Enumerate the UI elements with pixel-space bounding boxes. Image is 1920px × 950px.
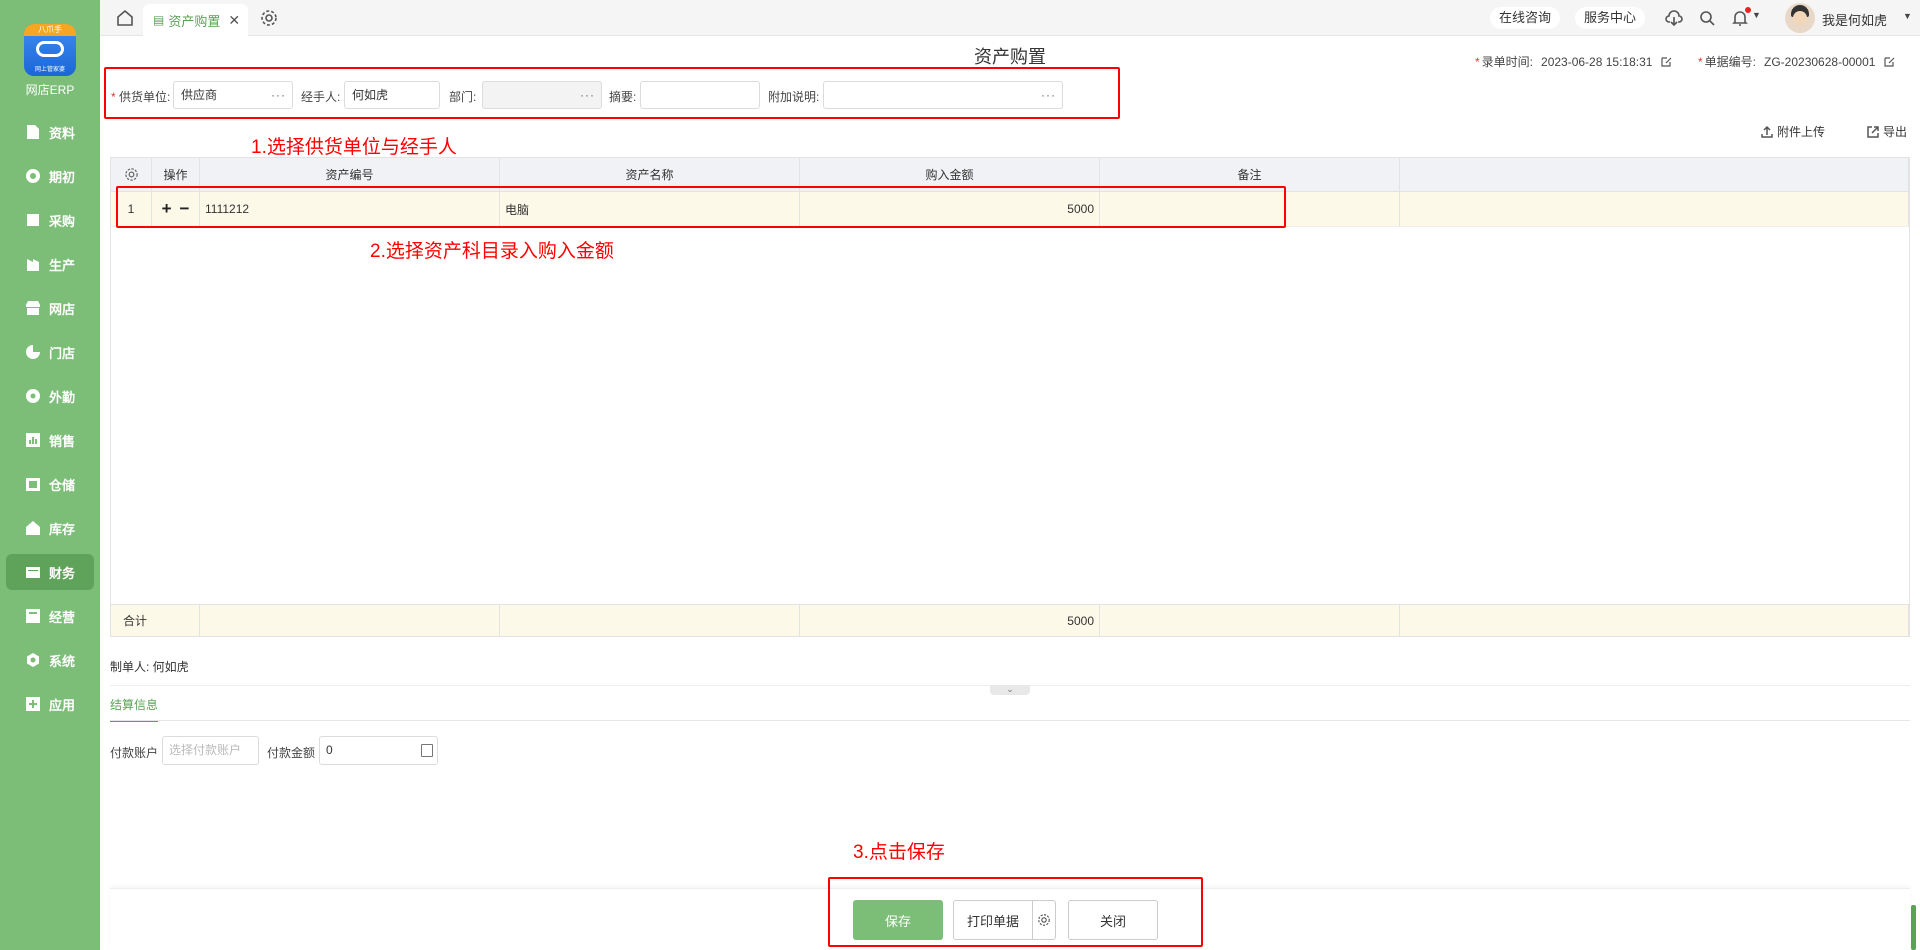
avatar[interactable] xyxy=(1785,3,1815,33)
shop-icon xyxy=(24,300,41,317)
sidebar-item-label: 生产 xyxy=(49,257,76,273)
header-cell xyxy=(1400,158,1909,191)
sidebar-item-inventory[interactable]: 库存 xyxy=(6,510,94,546)
chevron-down-icon[interactable]: ▼ xyxy=(1903,11,1912,21)
brand-name: 网店ERP xyxy=(25,83,75,97)
sidebar-item-label: 库存 xyxy=(49,521,76,537)
entry-time: * 录单时间: 2023-06-28 15:18:31 xyxy=(1475,53,1673,70)
document-maker: 制单人: 何如虎 xyxy=(110,660,189,674)
table-total-row: 合计 5000 xyxy=(111,604,1909,636)
sidebar-item-label: 外勤 xyxy=(49,389,76,405)
payment-amount-field[interactable]: 0 xyxy=(319,736,438,765)
plus-icon xyxy=(24,696,41,713)
sidebar-item-label: 网店 xyxy=(49,301,76,317)
annotation-box-step1 xyxy=(104,67,1120,119)
top-bar: ▤ 资产购置 ✕ 在线咨询 服务中心 ▼ 我是何如虎 ▼ xyxy=(100,0,1920,36)
payment-amount-label: 付款金额 xyxy=(267,746,316,760)
gear-icon[interactable] xyxy=(260,9,278,27)
sidebar-item-label: 期初 xyxy=(49,169,76,185)
calculator-icon[interactable] xyxy=(421,744,433,757)
entry-time-value: 2023-06-28 15:18:31 xyxy=(1541,54,1653,69)
export-icon xyxy=(1867,125,1879,138)
home-icon[interactable] xyxy=(116,9,134,27)
cloud-icon xyxy=(36,41,64,57)
logo-subtext: 网上管家婆 xyxy=(34,67,65,73)
annotation-step3: 3.点击保存 xyxy=(853,842,945,863)
warehouse-icon xyxy=(24,476,41,493)
scrollbar[interactable] xyxy=(1911,905,1916,950)
sidebar-item-label: 销售 xyxy=(49,433,76,449)
sidebar-item-purchase[interactable]: 采购 xyxy=(6,202,94,238)
logo-ribbon: 八爪手 xyxy=(24,24,76,36)
tab-asset-purchase[interactable]: ▤ 资产购置 ✕ xyxy=(143,4,248,36)
sidebar-item-warehouse[interactable]: 仓储 xyxy=(6,466,94,502)
wallet-icon xyxy=(24,564,41,581)
document-icon: ▤ xyxy=(153,13,165,27)
search-icon[interactable] xyxy=(1698,9,1716,27)
sidebar: 八爪手 网上管家婆 网店ERP 资料 期初 采购 生产 网店 门店 外勤 销售 … xyxy=(0,0,100,950)
total-label: 合计 xyxy=(111,605,200,636)
sidebar-item-business[interactable]: 经营 xyxy=(6,598,94,634)
sidebar-item-label: 仓储 xyxy=(49,477,76,493)
upload-icon xyxy=(1761,125,1773,138)
divider xyxy=(110,720,1910,721)
attachment-upload-button[interactable]: 附件上传 xyxy=(1760,123,1825,140)
factory-icon xyxy=(24,256,41,273)
username[interactable]: 我是何如虎 xyxy=(1822,10,1887,29)
sidebar-item-webshop[interactable]: 网店 xyxy=(6,290,94,326)
edit-icon[interactable] xyxy=(1883,55,1896,68)
file-icon xyxy=(24,124,41,141)
sidebar-item-label: 采购 xyxy=(49,213,76,229)
payment-account-field[interactable]: 选择付款账户 xyxy=(162,736,259,765)
entry-time-label: 录单时间: xyxy=(1481,55,1534,69)
sidebar-item-production[interactable]: 生产 xyxy=(6,246,94,282)
annotation-step1: 1.选择供货单位与经手人 xyxy=(251,137,457,158)
payment-account-label: 付款账户 xyxy=(110,746,159,760)
sidebar-item-label: 系统 xyxy=(49,653,76,669)
edit-icon[interactable] xyxy=(1660,55,1673,68)
app-logo[interactable]: 八爪手 网上管家婆 xyxy=(24,24,76,76)
sidebar-item-data[interactable]: 资料 xyxy=(6,114,94,150)
sidebar-item-label: 应用 xyxy=(49,697,76,713)
cloud-download-icon[interactable] xyxy=(1665,9,1683,27)
chevron-down-icon[interactable]: ▼ xyxy=(1752,10,1761,20)
sidebar-item-finance[interactable]: 财务 xyxy=(6,554,94,590)
sidebar-item-opening[interactable]: 期初 xyxy=(6,158,94,194)
sidebar-item-store[interactable]: 门店 xyxy=(6,334,94,370)
chart-icon xyxy=(24,432,41,449)
sidebar-item-system[interactable]: 系统 xyxy=(6,642,94,678)
collapse-handle[interactable]: ⌄ xyxy=(990,685,1030,695)
notification-dot xyxy=(1745,7,1751,13)
online-consult-button[interactable]: 在线咨询 xyxy=(1490,7,1561,29)
home-icon xyxy=(24,520,41,537)
doc-no-value: ZG-20230628-00001 xyxy=(1764,54,1876,69)
sidebar-item-label: 经营 xyxy=(49,609,76,625)
pie-icon xyxy=(24,344,41,361)
tab-settlement-info[interactable]: 结算信息 xyxy=(110,696,159,722)
service-center-button[interactable]: 服务中心 xyxy=(1575,7,1646,29)
cart-icon xyxy=(24,212,41,229)
sidebar-item-label: 财务 xyxy=(49,565,76,581)
annotation-box-step2 xyxy=(116,186,1286,228)
close-icon[interactable]: ✕ xyxy=(228,12,240,29)
business-icon xyxy=(24,608,41,625)
sidebar-item-label: 资料 xyxy=(49,125,76,141)
doc-no-label: 单据编号: xyxy=(1704,55,1757,69)
export-button[interactable]: 导出 xyxy=(1866,123,1907,140)
total-amount: 5000 xyxy=(800,605,1100,636)
location-icon xyxy=(24,388,41,405)
sidebar-item-field[interactable]: 外勤 xyxy=(6,378,94,414)
annotation-box-step3 xyxy=(828,877,1203,947)
sidebar-item-sales[interactable]: 销售 xyxy=(6,422,94,458)
annotation-step2: 2.选择资产科目录入购入金额 xyxy=(370,241,614,262)
sidebar-item-apps[interactable]: 应用 xyxy=(6,686,94,722)
sidebar-item-label: 门店 xyxy=(49,345,76,361)
document-number: * 单据编号: ZG-20230628-00001 xyxy=(1698,53,1896,70)
target-icon xyxy=(24,168,41,185)
asset-table: 操作 资产编号 资产名称 购入金额 备注 1 + − 1111212 电脑 500… xyxy=(110,157,1910,637)
tab-label: 资产购置 xyxy=(168,13,221,29)
hex-icon xyxy=(24,652,41,669)
